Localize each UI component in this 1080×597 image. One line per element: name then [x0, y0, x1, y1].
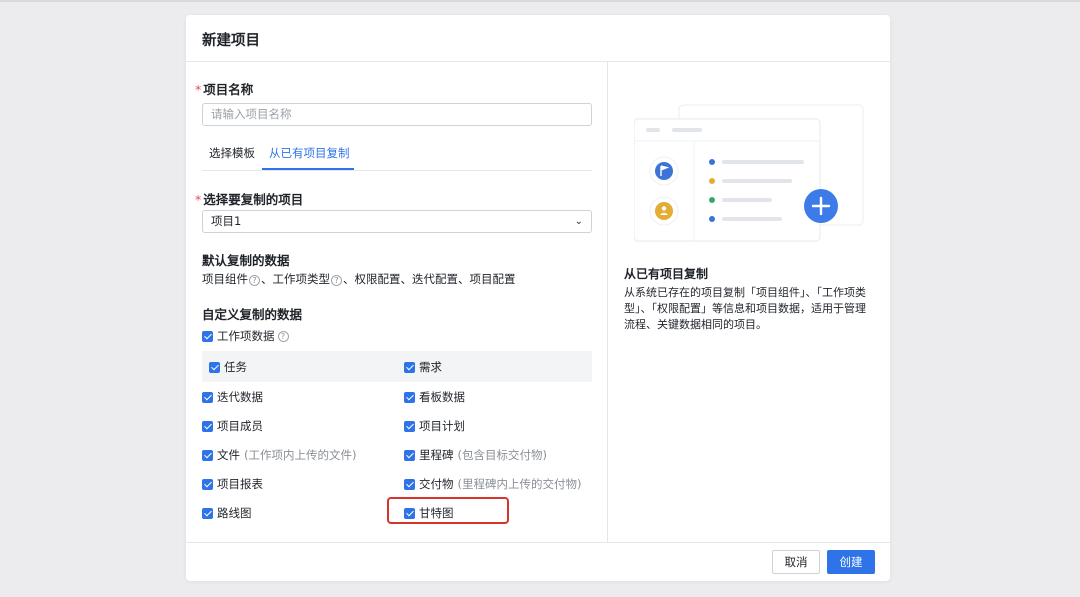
- checkbox-requirement[interactable]: 需求: [404, 359, 442, 375]
- checkbox-deliverable[interactable]: 交付物 (里程碑内上传的交付物): [404, 476, 581, 492]
- required-mark: *: [195, 82, 202, 97]
- copy-source-value: 项目1: [211, 214, 242, 228]
- copy-source-select[interactable]: 项目1 ⌄: [202, 210, 592, 233]
- checkbox-iteration[interactable]: 迭代数据: [202, 389, 263, 405]
- panel-divider: [607, 62, 608, 542]
- checkbox-checked-icon: [209, 361, 220, 373]
- default-data-list: 项目组件? 、工作项类型? 、权限配置、迭代配置、项目配置: [202, 272, 516, 286]
- checkbox-workitem-data[interactable]: 工作项数据?: [202, 328, 290, 344]
- top-edge: [0, 0, 1080, 2]
- side-title: 从已有项目复制: [624, 267, 709, 281]
- default-data-title: 默认复制的数据: [202, 253, 290, 268]
- project-name-label: * 项目名称: [195, 82, 254, 97]
- flag-icon: [655, 162, 673, 180]
- checkbox-members[interactable]: 项目成员: [202, 418, 263, 434]
- checkbox-roadmap[interactable]: 路线图: [202, 505, 252, 521]
- create-button[interactable]: 创建: [827, 550, 875, 574]
- checkbox-checked-icon: [404, 391, 415, 403]
- checkbox-checked-icon: [404, 449, 415, 461]
- checkbox-task[interactable]: 任务: [209, 359, 247, 375]
- tabs-divider: [202, 170, 592, 171]
- checkbox-kanban[interactable]: 看板数据: [404, 389, 465, 405]
- workitem-subgroup: [202, 351, 592, 382]
- required-mark: *: [195, 192, 202, 207]
- checkbox-checked-icon: [202, 449, 213, 461]
- chevron-down-icon: ⌄: [574, 216, 583, 227]
- checkbox-checked-icon: [404, 361, 415, 373]
- custom-data-title: 自定义复制的数据: [202, 307, 303, 322]
- checkbox-checked-icon: [202, 507, 213, 519]
- copy-illustration: [634, 104, 864, 242]
- checkbox-checked-icon: [404, 420, 415, 432]
- help-icon[interactable]: ?: [277, 330, 289, 342]
- tab-copy-existing[interactable]: 从已有项目复制: [269, 145, 350, 161]
- help-icon[interactable]: ?: [331, 275, 342, 286]
- checkbox-checked-icon: [404, 478, 415, 490]
- footer-divider: [186, 542, 890, 543]
- checkbox-checked-icon: [202, 478, 213, 490]
- checkbox-checked-icon: [202, 330, 213, 342]
- copy-source-label: * 选择要复制的项目: [195, 192, 304, 207]
- checkbox-report[interactable]: 项目报表: [202, 476, 263, 492]
- checkbox-milestone[interactable]: 里程碑 (包含目标交付物): [404, 447, 547, 463]
- tab-select-template[interactable]: 选择模板: [209, 145, 255, 161]
- gantt-highlight-box: [387, 497, 509, 524]
- header-divider: [186, 61, 890, 62]
- new-project-dialog: 新建项目 * 项目名称 请输入项目名称 选择模板 从已有项目复制 * 选择要复制的项…: [186, 15, 890, 581]
- dialog-title: 新建项目: [202, 33, 260, 49]
- checkbox-checked-icon: [202, 391, 213, 403]
- side-description: 从系统已存在的项目复制「项目组件」、「工作项类型」、「权限配置」等信息和项目数据…: [624, 286, 866, 331]
- checkbox-checked-icon: [202, 420, 213, 432]
- checkbox-plan[interactable]: 项目计划: [404, 418, 465, 434]
- active-tab-indicator: [262, 168, 354, 170]
- checkbox-file[interactable]: 文件 (工作项内上传的文件): [202, 447, 356, 463]
- project-name-input[interactable]: 请输入项目名称: [202, 103, 592, 126]
- cancel-button[interactable]: 取消: [772, 550, 820, 574]
- help-icon[interactable]: ?: [249, 275, 260, 286]
- user-icon: [655, 202, 673, 220]
